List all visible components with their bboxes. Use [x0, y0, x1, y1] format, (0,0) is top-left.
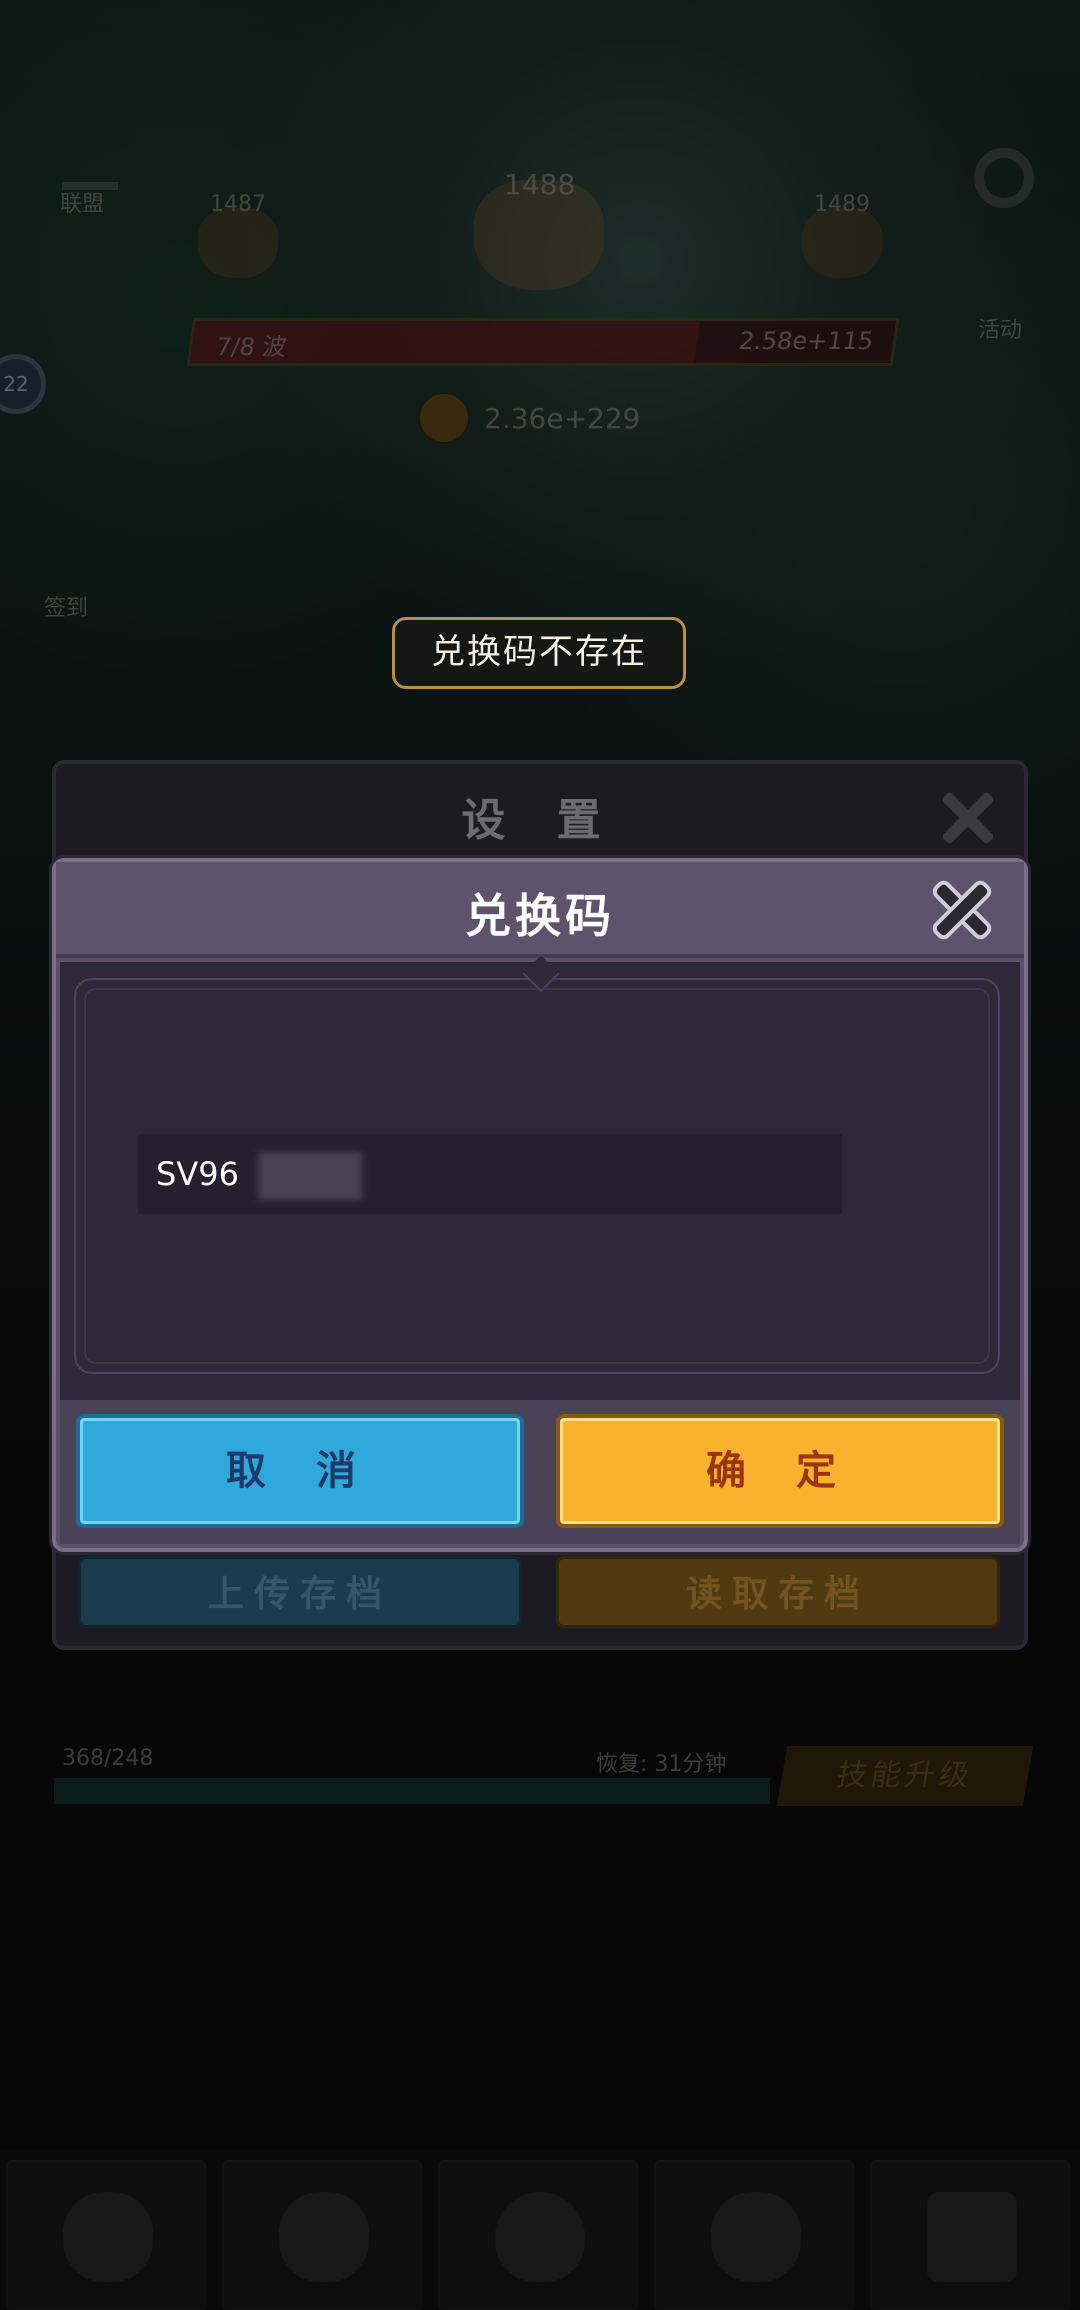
upload-save-button[interactable]: 上传存档 [78, 1556, 522, 1628]
read-save-button[interactable]: 读取存档 [556, 1556, 1000, 1628]
close-icon[interactable] [934, 882, 990, 938]
toast-message: 兑换码不存在 [392, 617, 686, 689]
redeem-code-input[interactable] [138, 1134, 842, 1214]
dialog-header: 兑换码 [56, 862, 1024, 958]
close-icon[interactable] [940, 790, 996, 846]
redacted-code-area [258, 1152, 362, 1200]
confirm-button[interactable]: 确 定 [556, 1414, 1004, 1528]
cancel-button[interactable]: 取 消 [76, 1414, 524, 1528]
dialog-title: 兑换码 [465, 889, 615, 943]
settings-title: 设 置 [461, 795, 619, 846]
